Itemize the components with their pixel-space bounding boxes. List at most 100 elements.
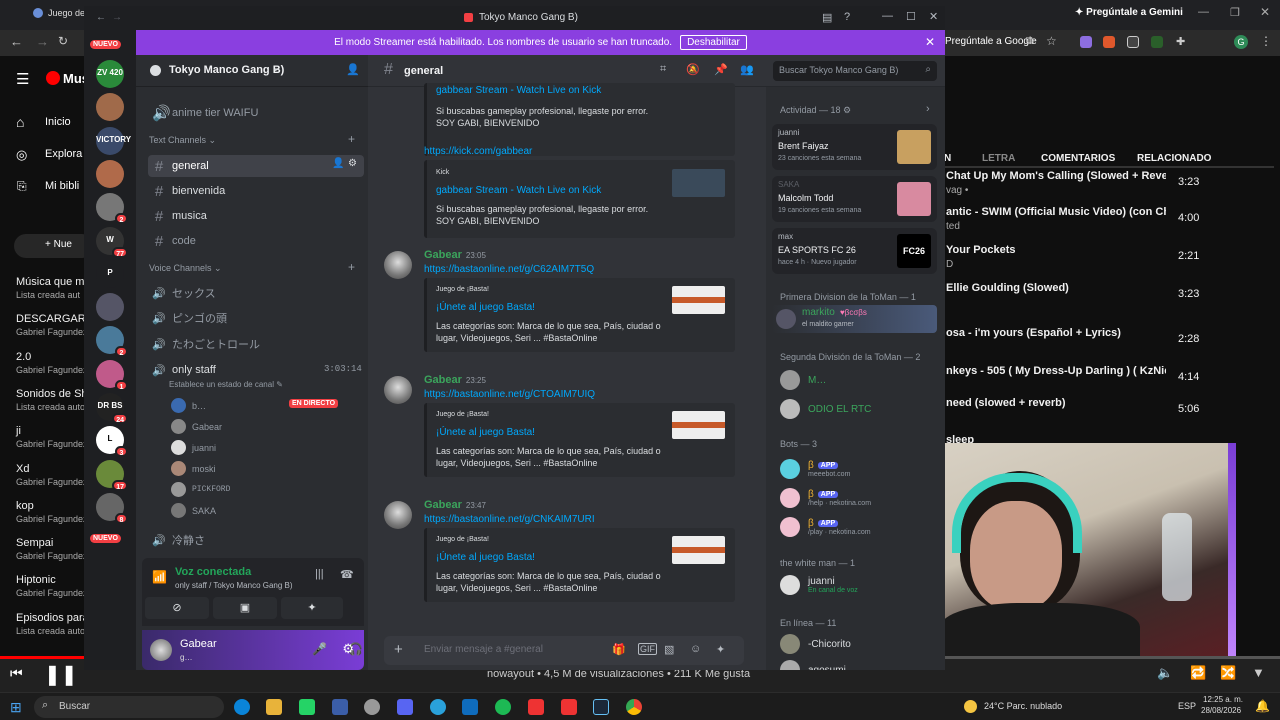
gear-icon[interactable]: ⚙ (348, 158, 357, 169)
channel-bienvenida[interactable]: # bienvenida (148, 180, 364, 202)
add-channel-icon[interactable]: + (348, 132, 355, 146)
maximize-icon[interactable]: ❐ (1230, 6, 1240, 19)
maximize-icon[interactable]: ☐ (906, 10, 916, 23)
voice-user[interactable]: Gabear (171, 419, 222, 434)
voice-channel-1[interactable]: 🔊 セックス (148, 282, 364, 304)
minimize-icon[interactable]: — (882, 10, 893, 22)
weather-text[interactable]: 24°C Parc. nublado (984, 701, 1062, 711)
tab-lyrics[interactable]: LETRA (982, 153, 1015, 164)
embed-thumbnail[interactable] (672, 286, 725, 314)
gift-icon[interactable]: 🎁 (612, 643, 626, 656)
playlist-item[interactable]: Sempai (16, 537, 53, 549)
extension-icon[interactable] (1080, 36, 1092, 48)
activity-card[interactable]: juanni Brent Faiyaz 23 canciones esta sema… (772, 124, 937, 170)
playlist-item[interactable]: ji (16, 425, 21, 437)
member-list-icon[interactable]: 👥 (740, 63, 754, 76)
embed-title[interactable]: gabbear Stream - Watch Live on Kick (436, 185, 601, 196)
member-row[interactable]: agosumi (780, 660, 846, 670)
playlist-item[interactable]: Xd (16, 463, 29, 475)
server-icon[interactable]: 8 (96, 492, 128, 524)
message-avatar[interactable] (384, 251, 412, 279)
server-icon[interactable]: DR BS 24 (96, 393, 128, 424)
chevron-right-icon[interactable]: › (926, 103, 930, 115)
forward-icon[interactable]: → (36, 34, 49, 49)
channel-status-prompt[interactable]: Establece un estado de canal ✎ (169, 380, 283, 389)
extension-icon[interactable] (1127, 36, 1139, 48)
profile-avatar[interactable]: G (1234, 35, 1248, 49)
member-row[interactable]: M… (780, 370, 826, 390)
apps-icon[interactable]: ✦ (716, 643, 725, 656)
queue-item-title[interactable]: osa - i'm yours (Español + Lyrics) (946, 327, 1166, 339)
app-icon[interactable] (528, 699, 544, 715)
disable-streamer-button[interactable]: Deshabilitar (680, 35, 747, 50)
server-icon[interactable]: L3 (96, 426, 128, 458)
voice-channel-4[interactable]: 🔊 冷静さ (148, 529, 364, 551)
message-link[interactable]: https://bastaonline.net/g/CTOAIM7UIQ (424, 389, 595, 400)
screen-share-button[interactable]: ▣ (213, 597, 277, 619)
embed-title[interactable]: ¡Únete al juego Basta! (436, 427, 535, 438)
embed-thumbnail[interactable] (672, 411, 725, 439)
channel-anime-tier[interactable]: 🔊 anime tier WAIFU (148, 102, 364, 124)
server-icon[interactable]: 1 (96, 359, 128, 391)
close-icon[interactable]: ✕ (929, 10, 938, 23)
channel-musica[interactable]: # musica (148, 205, 364, 227)
message-author[interactable]: Gabear 23:05 (424, 249, 486, 261)
back-icon[interactable]: ← (10, 34, 23, 49)
embed-title[interactable]: ¡Únete al juego Basta! (436, 552, 535, 563)
user-name[interactable]: Gabear (180, 638, 217, 650)
noise-suppression-icon[interactable]: ||| (315, 568, 324, 580)
server-icon[interactable]: 17 (96, 459, 128, 491)
hamburger-icon[interactable]: ☰ (16, 70, 29, 88)
voice-user[interactable]: juanni (171, 440, 216, 455)
member-row[interactable]: ODIO EL RTC (780, 399, 871, 419)
taskbar-search[interactable]: ⌕ Buscar (34, 696, 224, 718)
message-author[interactable]: Gabear 23:47 (424, 499, 486, 511)
voice-channel-2[interactable]: 🔊 ピンゴの頭 (148, 307, 364, 329)
emoji-icon[interactable]: ☺ (690, 643, 701, 655)
notifications-muted-icon[interactable]: 🔕 (686, 63, 700, 76)
add-channel-icon[interactable]: + (348, 260, 355, 274)
app-icon[interactable] (364, 699, 380, 715)
message-input[interactable]: + Enviar mensaje a #general 🎁 GIF ▧ ☺ ✦ (384, 636, 744, 665)
voice-channels-category[interactable]: Voice Channels ⌄ (149, 263, 222, 274)
queue-item-title[interactable]: Chat Up My Mom's Calling (Slowed + Reve… (946, 170, 1166, 182)
playlist-item[interactable]: kop (16, 500, 34, 512)
nav-explore[interactable]: Explora (45, 148, 82, 160)
reload-icon[interactable]: ↻ (58, 34, 68, 48)
repeat-icon[interactable]: 🔁 (1190, 665, 1206, 681)
embed-title[interactable]: ¡Únete al juego Basta! (436, 302, 535, 313)
text-channels-category[interactable]: Text Channels ⌄ (149, 135, 216, 146)
edge-icon[interactable] (234, 699, 250, 715)
sticker-icon[interactable]: ▧ (664, 643, 674, 656)
server-icon[interactable]: ZV 420 (96, 60, 124, 88)
server-header[interactable]: Tokyo Manco Gang B) ⌄ 👤 (136, 55, 368, 87)
previous-icon[interactable]: ⏮ (10, 665, 23, 682)
playlist-item[interactable]: Hiptonic (16, 574, 56, 586)
voice-channel-3[interactable]: 🔊 たわごとトロール (148, 333, 364, 355)
search-input[interactable]: Buscar Tokyo Manco Gang B) ⌕ (773, 61, 937, 81)
spotify-icon[interactable] (495, 699, 511, 715)
server-icon[interactable]: P (96, 259, 124, 288)
member-row[interactable]: -Chicorito (780, 634, 851, 654)
message-avatar[interactable] (384, 501, 412, 529)
close-banner-icon[interactable]: ✕ (925, 35, 935, 49)
gemini-button[interactable]: ✦ Pregúntale a Gemini (1075, 7, 1183, 18)
kick-link[interactable]: https://kick.com/gabbear (424, 146, 532, 157)
bot-row[interactable]: β APP/play · nekotina.com (780, 517, 871, 537)
extension-icon[interactable] (1151, 36, 1163, 48)
message-link[interactable]: https://bastaonline.net/g/C62AIM7T5Q (424, 264, 594, 275)
server-icon[interactable] (96, 159, 124, 188)
activity-card[interactable]: max EA SPORTS FC 26 hace 4 h · Nuevo jugad… (772, 228, 937, 274)
bot-row[interactable]: β APP meeebot.com (780, 459, 850, 479)
steam-icon[interactable] (593, 699, 609, 715)
server-icon[interactable] (96, 93, 124, 122)
playlist-item[interactable]: DESCARGAR (16, 313, 86, 325)
tab-comments[interactable]: COMENTARIOS (1041, 153, 1115, 164)
inbox-icon[interactable]: ▤ (822, 11, 832, 24)
embed-thumbnail[interactable] (672, 536, 725, 564)
invite-people-icon[interactable]: 👤 (346, 63, 360, 76)
tab-related[interactable]: RELACIONADO (1137, 153, 1211, 164)
bot-row[interactable]: β APP/help · nekotina.com (780, 488, 871, 508)
pause-icon[interactable]: ❚❚ (44, 662, 78, 687)
user-avatar[interactable] (150, 639, 172, 661)
